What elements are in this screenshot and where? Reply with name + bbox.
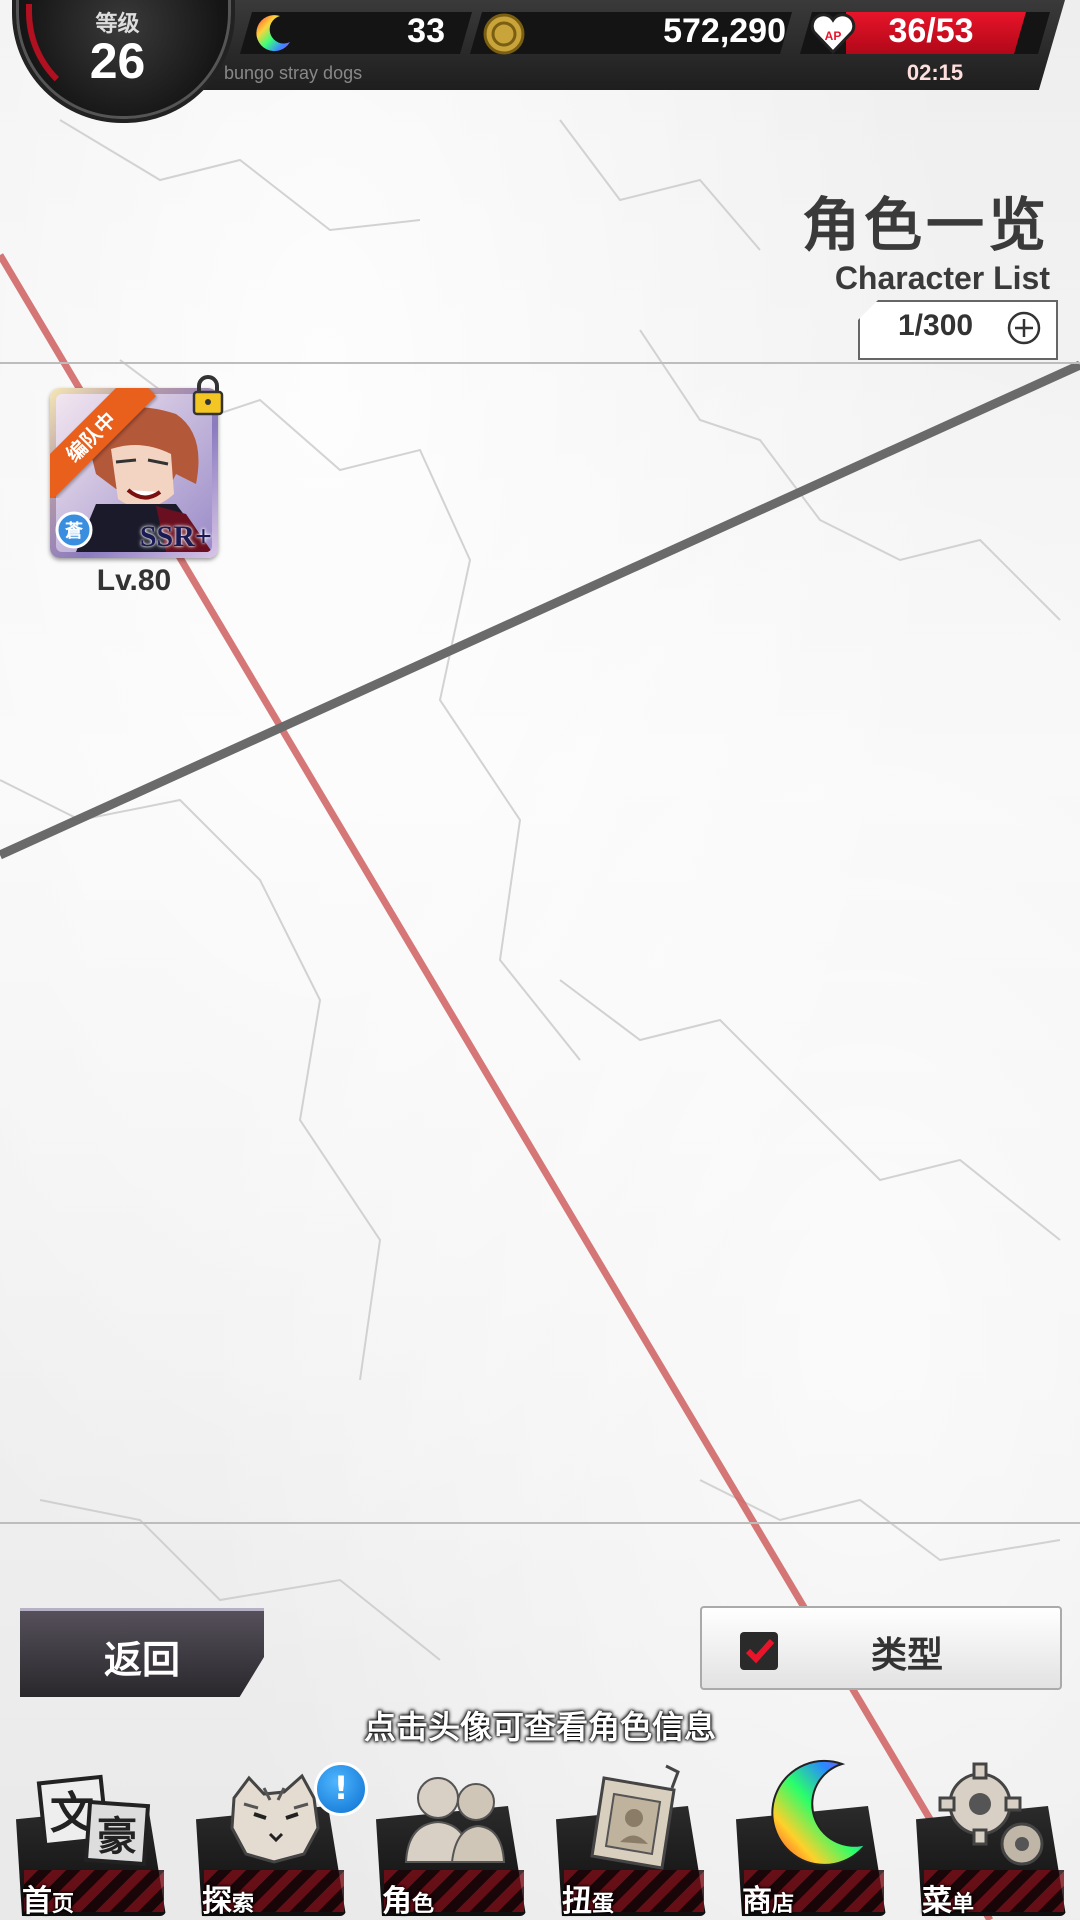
back-button[interactable]: 返回 bbox=[20, 1608, 264, 1697]
ap-count: 36/53 bbox=[888, 12, 974, 50]
type-filter-button[interactable]: 类型 bbox=[700, 1606, 1062, 1690]
nav-gacha[interactable]: 扭蛋 bbox=[544, 1758, 716, 1920]
nav-home[interactable]: 文 豪 首页 bbox=[4, 1758, 176, 1920]
nav-menu-label: 菜单 bbox=[922, 1876, 974, 1920]
moon-icon bbox=[771, 1759, 869, 1866]
hint-text: 点击头像可查看角色信息 bbox=[363, 1708, 716, 1746]
nav-explore-label: 探索 bbox=[202, 1876, 254, 1920]
nav-explore-big: 探 bbox=[202, 1884, 232, 1919]
character-count: 1/300 bbox=[898, 309, 974, 342]
nav-gacha-label: 扭蛋 bbox=[562, 1876, 614, 1920]
character-level: Lv.80 bbox=[96, 564, 172, 597]
type-filter-label: 类型 bbox=[870, 1635, 943, 1676]
bungo-logo-icon: 文 豪 bbox=[36, 1774, 151, 1867]
ap-timer: 02:15 bbox=[906, 60, 964, 85]
nav-menu-small: 单 bbox=[952, 1892, 975, 1917]
book-icon bbox=[590, 1764, 680, 1870]
team-tag: 编队中 bbox=[50, 388, 157, 498]
ap-icon-label: AP bbox=[825, 29, 842, 43]
lock-icon bbox=[192, 375, 224, 416]
nav-shop-big: 商 bbox=[742, 1884, 772, 1919]
nav-characters-label: 角色 bbox=[382, 1876, 434, 1920]
nav-gacha-small: 蛋 bbox=[592, 1892, 615, 1917]
attribute-label: 蒼 bbox=[65, 521, 83, 542]
list-top-divider bbox=[0, 362, 1080, 364]
page-subtitle: Character List bbox=[834, 260, 1050, 296]
people-icon bbox=[404, 1777, 506, 1863]
nav-characters[interactable]: 角色 bbox=[364, 1758, 536, 1920]
character-card[interactable]: 编队中 蒼 SSR+ bbox=[50, 375, 224, 558]
gear-icon bbox=[938, 1762, 1044, 1866]
rarity-label: SSR+ bbox=[139, 520, 212, 553]
nav-home-big: 首 bbox=[22, 1884, 52, 1919]
game-name: bungo stray dogs bbox=[224, 63, 363, 83]
type-checkbox-icon bbox=[740, 1632, 778, 1670]
gems-count: 33 bbox=[407, 12, 445, 50]
nav-menu-big: 菜 bbox=[922, 1884, 952, 1919]
list-bottom-divider bbox=[0, 1522, 1080, 1524]
nav-shop[interactable]: 商店 bbox=[724, 1758, 896, 1920]
coin-icon bbox=[483, 13, 525, 55]
nav-shop-label: 商店 bbox=[742, 1876, 794, 1920]
coins-count: 572,290 bbox=[663, 12, 786, 50]
svg-text:豪: 豪 bbox=[97, 1813, 137, 1860]
attribute-icon: 蒼 bbox=[54, 510, 94, 550]
nav-explore-small: 索 bbox=[232, 1892, 255, 1917]
nav-characters-big: 角 bbox=[382, 1884, 412, 1919]
page-title: 角色一览 bbox=[801, 191, 1050, 259]
in-team-ribbon: 编队中 bbox=[50, 388, 160, 498]
nav-shop-small: 店 bbox=[772, 1892, 795, 1917]
moon-gem-icon bbox=[256, 15, 290, 52]
heart-ap-icon: AP bbox=[810, 13, 856, 55]
status-bar: 33 572,290 AP 36/53 02:15 bungo stray do… bbox=[0, 0, 1080, 123]
nav-home-label: 首页 bbox=[22, 1876, 74, 1920]
nav-gacha-big: 扭 bbox=[562, 1884, 592, 1919]
nav-menu[interactable]: 菜单 bbox=[904, 1758, 1076, 1920]
back-button-label: 返回 bbox=[103, 1638, 180, 1682]
bottom-nav: 文 豪 首页 ! 探索 角色 扭蛋 商店 菜单 bbox=[0, 1758, 1080, 1920]
nav-characters-small: 色 bbox=[412, 1892, 435, 1917]
level-value: 26 bbox=[89, 33, 146, 89]
explore-alert-badge: ! bbox=[314, 1762, 368, 1816]
nav-explore[interactable]: ! 探索 bbox=[184, 1758, 368, 1920]
expand-plus-icon[interactable] bbox=[1006, 310, 1042, 346]
nav-home-small: 页 bbox=[52, 1892, 75, 1917]
